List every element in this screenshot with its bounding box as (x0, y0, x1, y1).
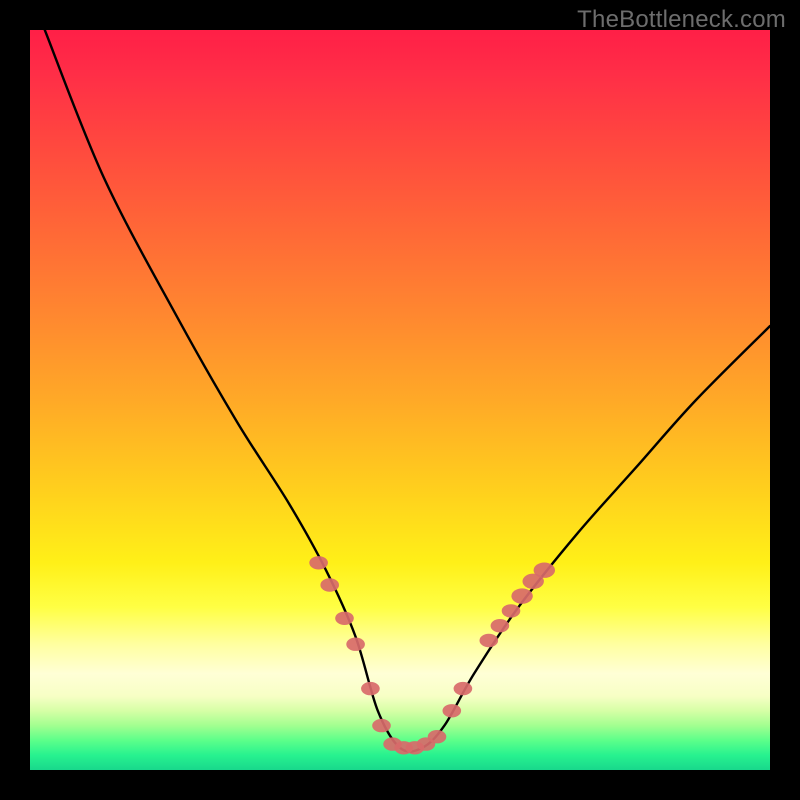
curve-marker (480, 634, 499, 647)
curve-marker (320, 578, 339, 591)
watermark-label: TheBottleneck.com (577, 6, 786, 34)
curve-marker (502, 604, 521, 617)
curve-marker (372, 719, 391, 732)
curve-marker (309, 556, 328, 569)
curve-marker (335, 612, 354, 625)
curve-marker (346, 638, 365, 651)
curve-marker (428, 730, 447, 743)
bottleneck-curve (45, 30, 770, 752)
curve-marker (454, 682, 473, 695)
chart-frame: TheBottleneck.com (0, 0, 800, 800)
curve-marker (361, 682, 380, 695)
curve-markers (309, 556, 555, 754)
plot-area (30, 30, 770, 770)
curve-marker (491, 619, 510, 632)
curve-marker (534, 563, 555, 578)
curve-svg (30, 30, 770, 770)
curve-marker (443, 704, 462, 717)
curve-marker (511, 588, 532, 603)
